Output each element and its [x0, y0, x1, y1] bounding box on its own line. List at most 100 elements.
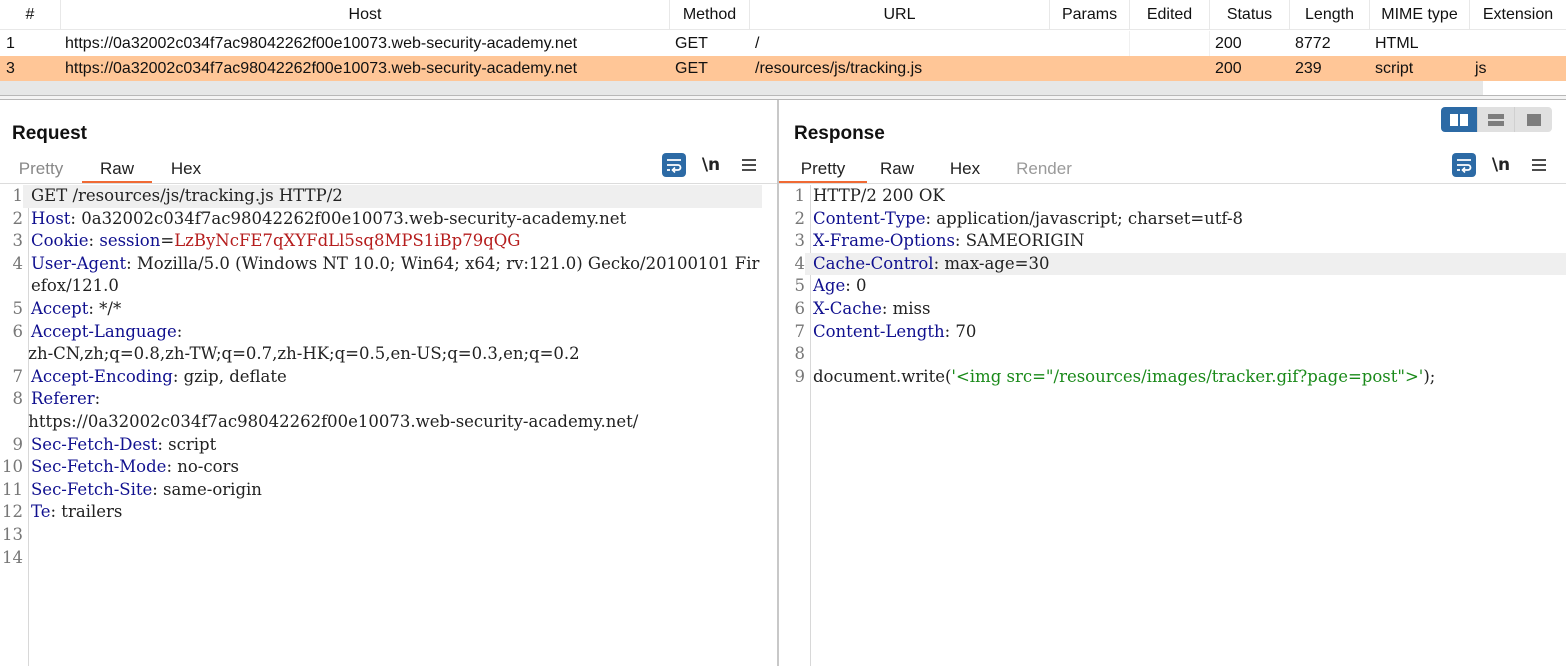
header-name: Content-Length	[813, 321, 945, 341]
single-pane-layout-icon[interactable]	[1515, 107, 1552, 132]
tab-pretty[interactable]: Pretty	[0, 154, 82, 184]
scrollbar-thumb[interactable]	[0, 81, 1483, 95]
code-line: 12 Te: trailers	[0, 501, 777, 524]
tab-hex[interactable]: Hex	[927, 154, 1003, 184]
row-url: /resources/js/tracking.js	[755, 59, 923, 77]
header-value: 0a32002c034f7ac98042262f00e10073.web-sec…	[75, 208, 627, 228]
side-by-side-layout-icon[interactable]	[1441, 107, 1478, 132]
hamburger-menu-icon[interactable]	[736, 152, 762, 178]
response-pane: Response Pretty Raw Hex Render \n 1 HTTP…	[779, 100, 1566, 666]
line-number: 9	[12, 434, 24, 454]
column-header-number[interactable]: #	[0, 0, 61, 29]
code-line: 13	[0, 524, 777, 547]
code-line: 11 Sec-Fetch-Site: same-origin	[0, 479, 777, 502]
request-line: GET /resources/js/tracking.js HTTP/2	[31, 186, 343, 205]
row-number: 3	[6, 59, 15, 77]
row-extension: js	[1475, 59, 1487, 77]
header-name: Referer	[31, 389, 95, 409]
header-value: same-origin	[157, 479, 262, 499]
header-value: application/javascript; charset=utf-8	[931, 208, 1244, 228]
code-line: 3 X-Frame-Options: SAMEORIGIN	[779, 230, 1566, 253]
column-header-mime-type[interactable]: MIME type	[1370, 0, 1470, 29]
column-header-edited[interactable]: Edited	[1130, 0, 1210, 29]
code-line: 2 Host: 0a32002c034f7ac98042262f00e10073…	[0, 208, 777, 231]
cookie-name: session	[99, 231, 161, 251]
column-header-url[interactable]: URL	[750, 0, 1050, 29]
code-line: 14	[0, 547, 777, 570]
js-string-literal: '<img src="/resources/images/tracker.gif…	[951, 366, 1424, 386]
header-value: SAMEORIGIN	[960, 231, 1085, 251]
code-line: 5 Accept: */*	[0, 298, 777, 321]
response-toolbar: \n	[1452, 152, 1564, 178]
status-line: HTTP/2 200 OK	[813, 186, 945, 205]
header-value: miss	[887, 298, 931, 318]
table-row-selected[interactable]: 3 https://0a32002c034f7ac98042262f00e100…	[0, 56, 1566, 81]
row-host: https://0a32002c034f7ac98042262f00e10073…	[65, 59, 578, 77]
code-line: 7 Accept-Encoding: gzip, deflate	[0, 366, 777, 389]
column-header-length[interactable]: Length	[1290, 0, 1370, 29]
line-number: 6	[794, 298, 806, 318]
tab-raw[interactable]: Raw	[867, 154, 927, 184]
tab-hex[interactable]: Hex	[152, 154, 220, 184]
row-method: GET	[675, 34, 708, 52]
header-value: Mozilla/5.0 (Windows NT 10.0; Win64; x64…	[31, 253, 760, 296]
tab-raw[interactable]: Raw	[82, 154, 152, 184]
line-number: 4	[794, 253, 806, 273]
stacked-layout-icon[interactable]	[1478, 107, 1515, 132]
request-editor[interactable]: 1 GET /resources/js/tracking.js HTTP/2 2…	[0, 185, 777, 666]
header-name: Accept	[31, 298, 89, 318]
row-params	[1050, 56, 1130, 81]
hamburger-menu-icon[interactable]	[1526, 152, 1552, 178]
tab-render[interactable]: Render	[1003, 154, 1085, 184]
line-number: 1	[794, 186, 806, 205]
request-tabs: Pretty Raw Hex	[0, 154, 220, 184]
header-name: Content-Type	[813, 208, 926, 228]
http-history-table: # Host Method URL Params Edited Status L…	[0, 0, 1566, 97]
line-number: 2	[794, 208, 806, 228]
code-line: 1 HTTP/2 200 OK	[779, 185, 1566, 208]
js-call: document.write(	[813, 366, 952, 386]
newline-toggle-button[interactable]: \n	[698, 152, 724, 178]
header-value: 0	[850, 276, 867, 296]
column-header-status[interactable]: Status	[1210, 0, 1290, 29]
code-line: 9 Sec-Fetch-Dest: script	[0, 434, 777, 457]
row-host: https://0a32002c034f7ac98042262f00e10073…	[65, 34, 578, 52]
request-title: Request	[12, 123, 87, 144]
code-line: 9 document.write('<img src="/resources/i…	[779, 366, 1566, 389]
column-header-host[interactable]: Host	[61, 0, 670, 29]
column-header-method[interactable]: Method	[670, 0, 750, 29]
table-row[interactable]: 1 https://0a32002c034f7ac98042262f00e100…	[0, 31, 1566, 56]
tab-pretty[interactable]: Pretty	[779, 154, 867, 184]
row-status: 200	[1215, 59, 1242, 77]
code-line: 1 GET /resources/js/tracking.js HTTP/2	[0, 185, 777, 208]
wrap-lines-icon[interactable]	[1452, 153, 1476, 177]
line-number: 5	[12, 298, 24, 318]
line-number: 6	[12, 321, 24, 341]
wrap-lines-icon[interactable]	[662, 153, 686, 177]
header-name: X-Frame-Options	[813, 231, 955, 251]
request-toolbar: \n	[662, 152, 774, 178]
header-value: script	[162, 434, 217, 454]
response-title: Response	[794, 123, 885, 144]
code-line: 6 X-Cache: miss	[779, 298, 1566, 321]
header-value: gzip, deflate	[178, 366, 287, 386]
line-number: 8	[12, 389, 24, 409]
row-method: GET	[675, 59, 708, 77]
row-mime-type: script	[1375, 59, 1414, 77]
header-name: Host	[31, 208, 71, 228]
line-number: 1	[12, 186, 24, 205]
line-number: 3	[794, 231, 806, 251]
response-editor[interactable]: 1 HTTP/2 200 OK 2 Content-Type: applicat…	[779, 185, 1566, 666]
column-header-params[interactable]: Params	[1050, 0, 1130, 29]
line-number: 11	[2, 479, 23, 499]
row-length: 239	[1295, 59, 1322, 77]
layout-toggle	[1441, 107, 1552, 132]
row-mime-type: HTML	[1375, 34, 1419, 52]
header-name: Sec-Fetch-Site	[31, 479, 153, 499]
row-edited	[1130, 31, 1210, 56]
column-header-extension[interactable]: Extension	[1470, 0, 1566, 29]
header-name: User-Agent	[31, 253, 127, 273]
horizontal-scrollbar[interactable]	[0, 81, 1566, 95]
newline-toggle-button[interactable]: \n	[1488, 152, 1514, 178]
header-name: Age	[813, 276, 846, 296]
